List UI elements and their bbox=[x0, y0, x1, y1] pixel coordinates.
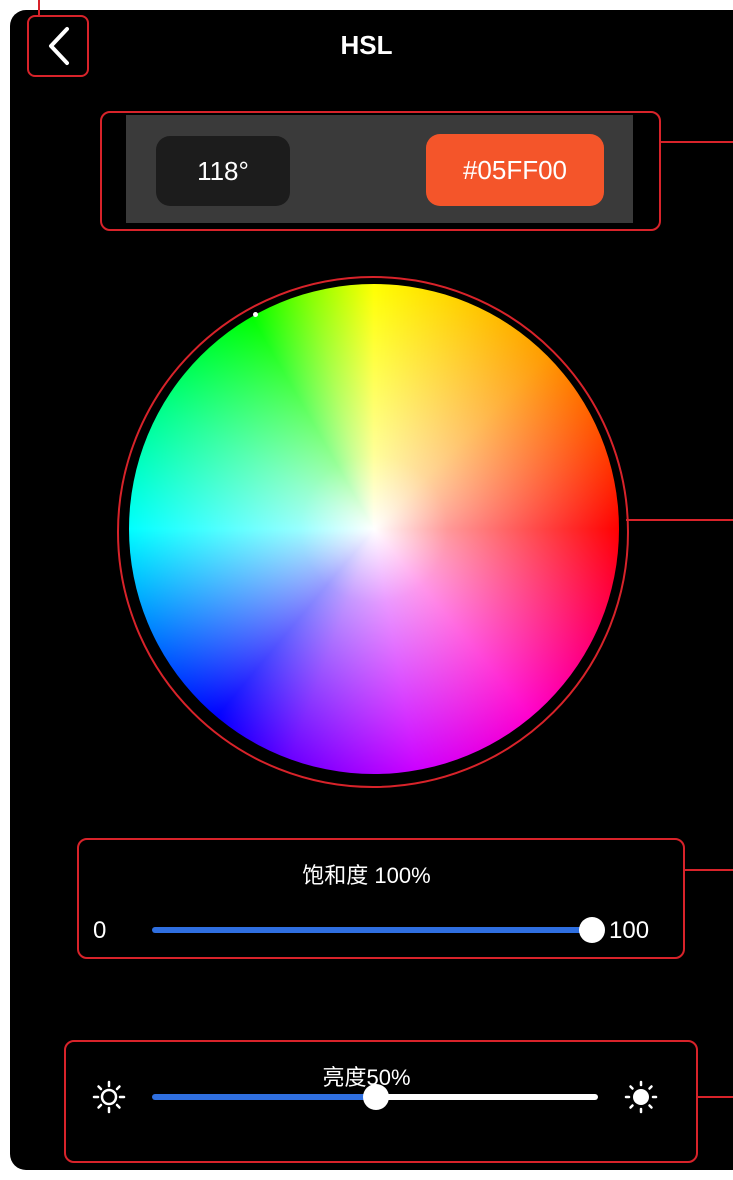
saturation-max-label: 100 bbox=[609, 917, 650, 944]
color-wheel-selector[interactable] bbox=[253, 312, 258, 317]
hue-value-field[interactable]: 118° bbox=[156, 136, 290, 206]
annotation-line bbox=[697, 1096, 733, 1098]
brightness-slider-thumb[interactable] bbox=[363, 1084, 389, 1110]
annotation-line bbox=[660, 141, 733, 143]
saturation-min-label: 0 bbox=[93, 917, 107, 944]
saturation-slider-track[interactable] bbox=[152, 927, 592, 933]
annotation-line bbox=[38, 0, 40, 15]
sun-outline-icon bbox=[92, 1080, 126, 1114]
color-wheel[interactable] bbox=[129, 284, 619, 774]
sun-filled-icon bbox=[624, 1080, 658, 1114]
saturation-slider-thumb[interactable] bbox=[579, 917, 605, 943]
annotation-line bbox=[626, 519, 733, 521]
hex-value-button[interactable]: #05FF00 bbox=[426, 134, 604, 206]
saturation-label: 饱和度 100% bbox=[302, 863, 431, 888]
brightness-slider-fill[interactable] bbox=[152, 1094, 376, 1100]
brightness-slider-track[interactable] bbox=[376, 1094, 598, 1100]
page-title: HSL bbox=[340, 30, 393, 60]
